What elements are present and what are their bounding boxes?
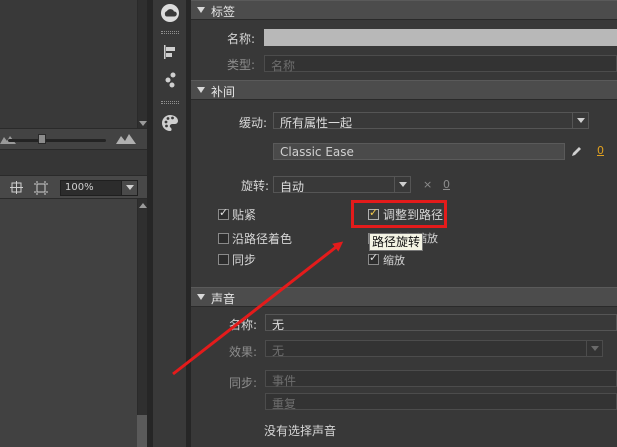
rotate-value: 自动 [280, 180, 305, 194]
tooltip: 路径旋转 [369, 233, 424, 251]
snap-checkbox[interactable] [218, 206, 229, 220]
rotate-times-symbol: × [423, 178, 433, 191]
sound-sync-select[interactable]: 事件 [265, 370, 617, 388]
pencil-icon[interactable] [571, 145, 583, 157]
section-title: 声音 [211, 292, 236, 306]
sound-repeat-value: 重复 [272, 397, 297, 411]
scroll-down-arrow-icon[interactable] [139, 121, 147, 126]
sound-effect-value: 无 [272, 344, 285, 358]
orient-to-path-label: 调整到路径 [383, 208, 444, 222]
stage-view-toolbar: 100% [0, 175, 147, 199]
path-color-label: 沿路径着色 [232, 232, 293, 246]
scrollbar-thumb[interactable] [137, 415, 147, 447]
sound-name-label: 名称: [229, 318, 258, 332]
timeline-zoom-bar [0, 128, 147, 150]
dock-grip[interactable] [161, 31, 179, 34]
label-type-value: 名称 [271, 59, 296, 73]
ease-value: 所有属性一起 [280, 116, 353, 130]
center-stage-icon[interactable] [10, 181, 23, 194]
zoom-select[interactable]: 100% [60, 180, 138, 196]
chevron-down-icon[interactable] [586, 341, 602, 356]
sound-effect-label: 效果: [229, 345, 258, 359]
swatches-icon[interactable] [160, 70, 180, 90]
section-title: 补间 [211, 85, 236, 99]
stage-canvas-lower[interactable] [0, 199, 137, 447]
vertical-scrollbar[interactable] [137, 0, 147, 128]
snap-label: 贴紧 [232, 208, 257, 222]
properties-panel: 标签 名称: 类型: 名称 补间 缓动: 所有属性一起 Classic Ease… [191, 0, 617, 447]
sound-effect-select[interactable]: 无 [265, 340, 603, 358]
collapse-triangle-icon[interactable] [197, 7, 205, 13]
clip-to-stage-icon[interactable] [34, 181, 48, 195]
scroll-up-arrow-icon[interactable] [139, 203, 147, 208]
scale-label: 缩放 [383, 254, 405, 267]
chevron-down-icon[interactable] [394, 177, 410, 192]
creative-cloud-icon[interactable] [160, 3, 180, 23]
sync-checkbox[interactable] [218, 254, 229, 265]
rotate-label: 旋转: [241, 179, 270, 193]
ease-select[interactable]: 所有属性一起 [273, 112, 589, 130]
dock-grip[interactable] [161, 101, 179, 104]
label-section-header[interactable]: 标签 [191, 0, 617, 20]
label-type-label: 类型: [227, 58, 256, 72]
label-type-select[interactable]: 名称 [264, 55, 617, 73]
ease-preset-value: Classic Ease [280, 145, 354, 159]
sound-status: 没有选择声音 [264, 424, 337, 438]
sync-label: 同步 [232, 253, 257, 267]
path-color-checkbox[interactable] [218, 233, 229, 244]
sound-section-header[interactable]: 声音 [191, 287, 617, 307]
stage-canvas[interactable] [0, 0, 137, 128]
zoom-slider-track[interactable] [8, 139, 106, 142]
large-mountain-icon[interactable] [116, 134, 136, 144]
sound-name-select[interactable]: 无 [265, 314, 617, 332]
orient-to-path-checkbox[interactable] [368, 206, 379, 220]
ease-amount[interactable]: 0 [597, 144, 604, 157]
sound-sync-value: 事件 [272, 374, 297, 388]
vertical-scrollbar-lower[interactable] [137, 199, 147, 447]
chevron-down-icon[interactable] [121, 181, 137, 195]
scale-checkbox[interactable] [368, 251, 379, 265]
sound-sync-label: 同步: [229, 376, 258, 390]
zoom-slider-handle[interactable] [38, 134, 46, 144]
rotate-count[interactable]: 0 [443, 178, 450, 191]
label-name-label: 名称: [227, 32, 256, 46]
chevron-down-icon[interactable] [572, 113, 588, 128]
sound-name-value: 无 [272, 318, 285, 332]
label-name-input[interactable] [264, 29, 617, 46]
zoom-value: 100% [65, 182, 94, 193]
collapse-triangle-icon[interactable] [197, 87, 205, 93]
collapse-triangle-icon[interactable] [197, 294, 205, 300]
sound-repeat-select[interactable]: 重复 [265, 393, 617, 411]
panel-icon-dock [153, 0, 187, 447]
ease-label: 缓动: [239, 116, 268, 130]
section-title: 标签 [211, 5, 236, 19]
tween-section-header[interactable]: 补间 [191, 80, 617, 100]
align-icon[interactable] [160, 42, 180, 62]
rotate-select[interactable]: 自动 [273, 176, 411, 194]
color-palette-icon[interactable] [160, 113, 180, 133]
timeline-area [0, 150, 147, 175]
ease-preset-button[interactable]: Classic Ease [273, 143, 565, 160]
